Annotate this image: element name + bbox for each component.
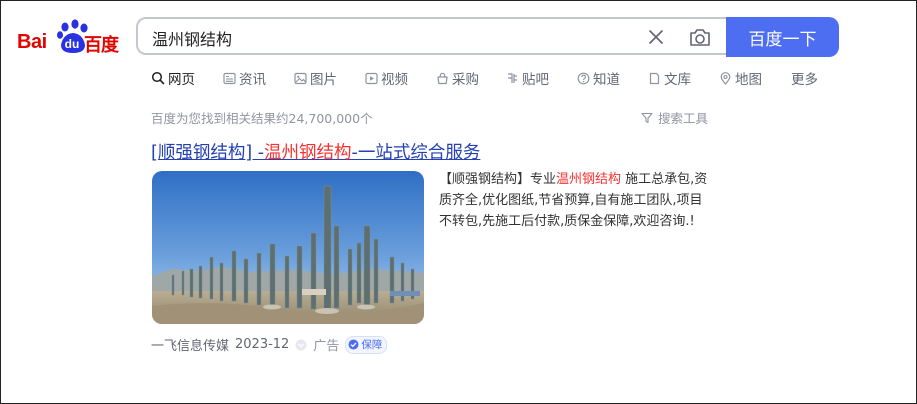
tab-tieba[interactable]: 贴吧 bbox=[506, 68, 549, 88]
tab-map[interactable]: 地图 bbox=[719, 68, 762, 88]
result-thumbnail[interactable] bbox=[152, 171, 424, 324]
logo-text-left: Bai bbox=[17, 31, 47, 53]
result-date: 2023-12 bbox=[235, 337, 290, 352]
tab-label: 地图 bbox=[735, 72, 762, 88]
search-tools-button[interactable]: 搜索工具 bbox=[641, 108, 708, 127]
news-icon bbox=[223, 72, 236, 84]
map-pin-icon bbox=[720, 71, 731, 85]
tab-web[interactable]: 网页 bbox=[151, 68, 195, 88]
logo-text-right: 百度 bbox=[84, 35, 119, 56]
result-title-suffix: -一站式综合服务 bbox=[351, 143, 481, 163]
tab-label: 图片 bbox=[310, 72, 337, 88]
result-description: 【顺强钢结构】专业温州钢结构 施工总承包,资质齐全,优化图纸,节省预算,自有施工… bbox=[439, 169, 714, 232]
desc-prefix: 【顺强钢结构】专业 bbox=[439, 172, 557, 187]
purchase-icon bbox=[437, 72, 448, 84]
tab-label: 资讯 bbox=[239, 72, 266, 88]
chevron-down-icon[interactable] bbox=[295, 339, 307, 351]
search-box bbox=[136, 17, 726, 55]
baidu-logo[interactable]: Bai du 百度 bbox=[17, 19, 127, 56]
guarantee-label: 保障 bbox=[361, 339, 383, 351]
search-tools-label: 搜索工具 bbox=[658, 111, 709, 126]
tab-label: 网页 bbox=[168, 72, 195, 88]
result-meta: 一飞信息传媒 2023-12 广告 保障 bbox=[151, 335, 388, 354]
tab-label: 更多 bbox=[791, 72, 818, 88]
logo-du-badge: du bbox=[64, 37, 80, 51]
search-input[interactable] bbox=[150, 26, 634, 50]
tab-label: 文库 bbox=[664, 72, 691, 88]
result-title-link[interactable]: [顺强钢结构] -温州钢结构-一站式综合服务 bbox=[151, 139, 480, 164]
tab-wenku[interactable]: 文库 bbox=[648, 68, 691, 88]
steel-structure-photo bbox=[152, 171, 424, 324]
question-icon bbox=[577, 72, 590, 84]
desc-highlight: 温州钢结构 bbox=[556, 172, 622, 187]
check-shield-icon bbox=[348, 339, 359, 350]
result-source[interactable]: 一飞信息传媒 bbox=[151, 335, 229, 354]
image-icon bbox=[294, 72, 307, 84]
tab-label: 视频 bbox=[381, 72, 408, 88]
doc-icon bbox=[649, 72, 660, 84]
tieba-icon bbox=[508, 72, 517, 83]
tab-news[interactable]: 资讯 bbox=[223, 68, 266, 88]
page-frame: Bai du 百度 百度一下 网页 bbox=[0, 0, 917, 404]
tab-zhidao[interactable]: 知道 bbox=[577, 68, 620, 88]
tab-video[interactable]: 视频 bbox=[365, 68, 408, 88]
tab-label: 知道 bbox=[593, 72, 620, 88]
tab-label: 采购 bbox=[452, 72, 479, 88]
camera-icon[interactable] bbox=[688, 26, 712, 48]
search-icon bbox=[151, 71, 165, 85]
tab-purchase[interactable]: 采购 bbox=[436, 68, 479, 88]
guarantee-badge[interactable]: 保障 bbox=[345, 335, 388, 354]
tab-label: 贴吧 bbox=[522, 72, 549, 88]
result-title-highlight: 温州钢结构 bbox=[264, 143, 352, 163]
tab-images[interactable]: 图片 bbox=[294, 68, 337, 88]
search-submit-button[interactable]: 百度一下 bbox=[726, 17, 839, 57]
ad-label: 广告 bbox=[313, 339, 340, 354]
results-count: 百度为您找到相关结果约24,700,000个 bbox=[151, 111, 373, 126]
filter-icon bbox=[641, 112, 653, 123]
result-title-prefix: [顺强钢结构] - bbox=[151, 143, 265, 163]
clear-icon[interactable] bbox=[646, 27, 666, 47]
video-icon bbox=[365, 72, 378, 84]
tab-more[interactable]: 更多 bbox=[791, 68, 818, 88]
